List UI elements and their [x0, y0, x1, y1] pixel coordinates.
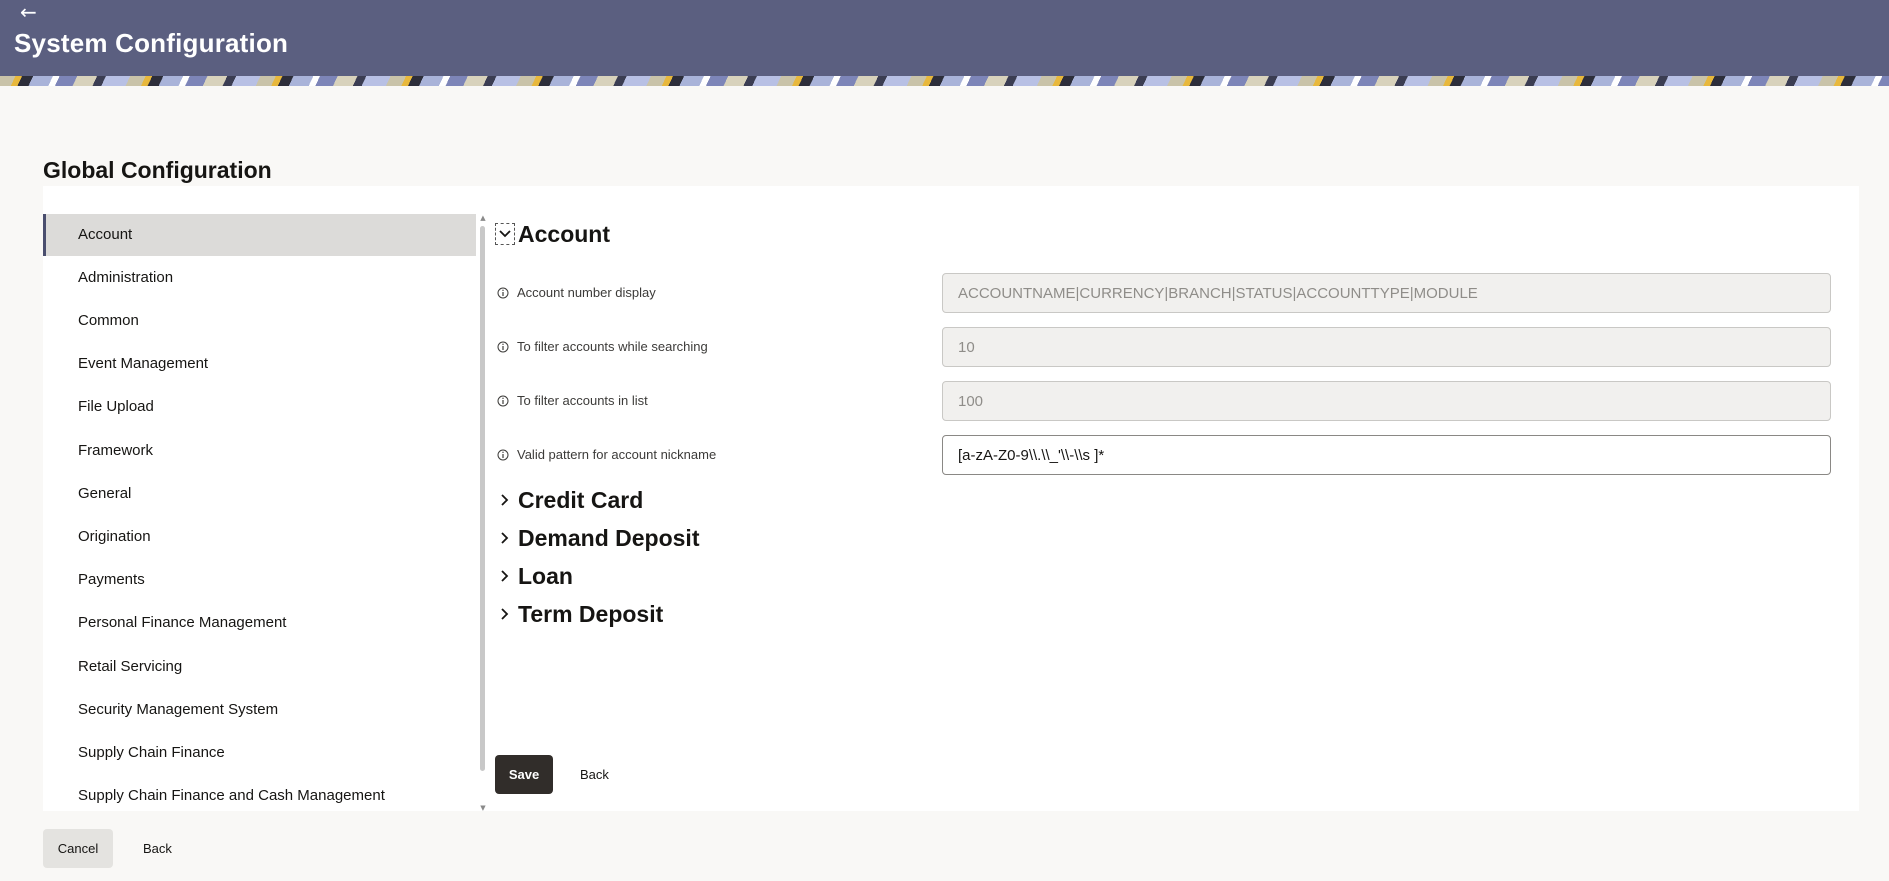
sidebar-item-personal-finance-management[interactable]: Personal Finance Management — [43, 602, 476, 644]
info-icon[interactable] — [497, 449, 509, 461]
footer-back-button[interactable]: Back — [135, 829, 180, 868]
sidebar-item-framework[interactable]: Framework — [43, 430, 476, 472]
filter-searching-input[interactable] — [942, 327, 1831, 367]
scroll-up-icon[interactable]: ▲ — [479, 214, 487, 222]
sidebar-item-supply-chain-finance[interactable]: Supply Chain Finance — [43, 732, 476, 774]
sidebar-item-general[interactable]: General — [43, 473, 476, 515]
app-header: ← System Configuration — [0, 0, 1889, 86]
field-label: Account number display — [517, 285, 656, 300]
accordion-demand-deposit[interactable]: Demand Deposit — [495, 522, 699, 554]
accordion-title: Account — [518, 220, 610, 247]
sidebar-item-payments[interactable]: Payments — [43, 559, 476, 601]
cancel-button[interactable]: Cancel — [43, 829, 113, 868]
accordion-credit-card[interactable]: Credit Card — [495, 484, 643, 516]
sidebar-item-retail-servicing[interactable]: Retail Servicing — [43, 646, 476, 688]
sidebar-item-supply-chain-finance-cash-management[interactable]: Supply Chain Finance and Cash Management — [43, 775, 476, 817]
save-button[interactable]: Save — [495, 755, 553, 794]
sidebar-item-security-management-system[interactable]: Security Management System — [43, 689, 476, 731]
chevron-right-icon[interactable] — [495, 527, 515, 549]
info-icon[interactable] — [497, 287, 509, 299]
field-filter-list: To filter accounts in list — [495, 381, 1835, 421]
info-icon[interactable] — [497, 395, 509, 407]
sidebar-item-event-management[interactable]: Event Management — [43, 343, 476, 385]
account-number-display-input[interactable] — [942, 273, 1831, 313]
accordion-title: Term Deposit — [518, 600, 664, 627]
accordion-loan[interactable]: Loan — [495, 560, 573, 592]
chevron-down-icon[interactable] — [495, 223, 515, 245]
accordion-title: Credit Card — [518, 486, 644, 513]
section-title: Global Configuration — [43, 157, 272, 183]
field-label: To filter accounts while searching — [517, 339, 708, 354]
field-filter-searching: To filter accounts while searching — [495, 327, 1835, 367]
field-account-number-display: Account number display — [495, 273, 1835, 313]
accordion-account[interactable]: Account — [495, 218, 610, 250]
chevron-right-icon[interactable] — [495, 489, 515, 511]
sidebar-item-common[interactable]: Common — [43, 300, 476, 342]
sidebar-scrollbar[interactable]: ▲ ▼ — [478, 214, 488, 812]
accordion-title: Loan — [518, 562, 573, 589]
field-label: Valid pattern for account nickname — [517, 447, 717, 462]
page-title: System Configuration — [14, 28, 289, 58]
info-icon[interactable] — [497, 341, 509, 353]
sidebar-item-origination[interactable]: Origination — [43, 516, 476, 558]
configuration-content: Account Account number display To filter… — [495, 214, 1859, 810]
chevron-right-icon[interactable] — [495, 565, 515, 587]
filter-list-input[interactable] — [942, 381, 1831, 421]
sidebar-item-account[interactable]: Account — [43, 214, 476, 256]
field-label: To filter accounts in list — [517, 393, 648, 408]
sidebar-item-file-upload[interactable]: File Upload — [43, 386, 476, 428]
scroll-down-icon[interactable]: ▼ — [479, 804, 487, 812]
back-button[interactable]: Back — [570, 755, 619, 794]
accordion-term-deposit[interactable]: Term Deposit — [495, 598, 663, 630]
nickname-pattern-input[interactable] — [942, 435, 1831, 475]
field-nickname-pattern: Valid pattern for account nickname — [495, 435, 1835, 475]
category-sidebar: Account Administration Common Event Mana… — [43, 214, 477, 810]
accordion-title: Demand Deposit — [518, 524, 700, 551]
sidebar-item-administration[interactable]: Administration — [43, 257, 476, 299]
back-arrow-icon[interactable]: ← — [20, 2, 42, 22]
header-decorative-band — [0, 76, 1889, 86]
chevron-right-icon[interactable] — [495, 603, 515, 625]
scrollbar-thumb[interactable] — [480, 226, 485, 771]
configuration-panel: Account Administration Common Event Mana… — [43, 186, 1859, 812]
